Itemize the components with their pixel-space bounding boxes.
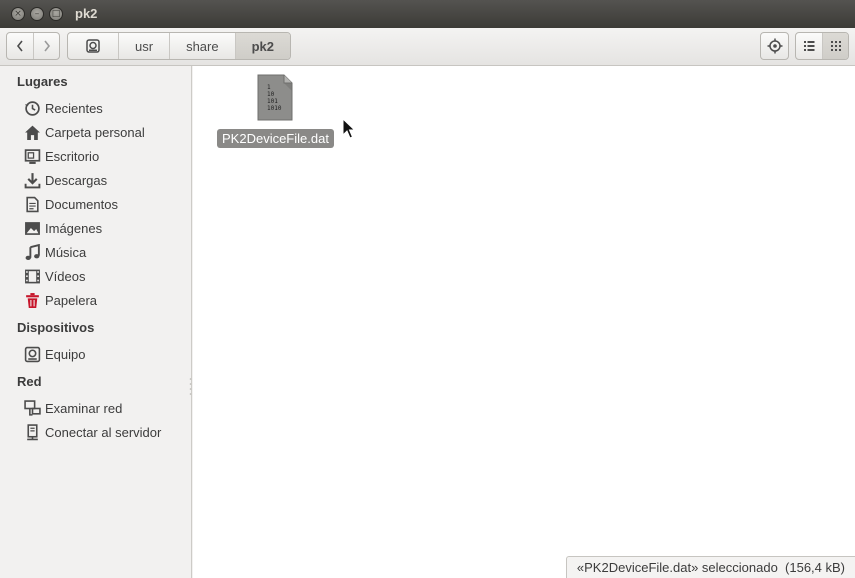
- forward-button[interactable]: [33, 33, 59, 59]
- trash-icon: [26, 292, 39, 308]
- sidebar-item-recientes[interactable]: Recientes: [24, 98, 103, 118]
- minimize-window-button[interactable]: –: [30, 7, 44, 21]
- window-title: pk2: [75, 6, 98, 21]
- sidebar-item-imagenes[interactable]: Imágenes: [24, 218, 102, 238]
- sidebar-item-label: Carpeta personal: [45, 124, 145, 140]
- computer-icon: [24, 346, 41, 362]
- drive-icon: [86, 39, 100, 53]
- binary-file-icon: 1 10 101 1010: [257, 74, 293, 121]
- sidebar-item-musica[interactable]: Música: [24, 242, 86, 262]
- section-title-red: Red: [17, 374, 42, 389]
- sidebar-item-label: Conectar al servidor: [45, 424, 162, 440]
- close-window-button[interactable]: ×: [11, 7, 25, 21]
- sidebar-item-descargas[interactable]: Descargas: [24, 170, 107, 190]
- grid-view-button[interactable]: [822, 33, 848, 59]
- sidebar: Lugares Recientes Carpeta personal Escri…: [0, 66, 192, 578]
- document-icon: [26, 196, 39, 212]
- section-title-dispositivos: Dispositivos: [17, 320, 95, 335]
- sidebar-item-documentos[interactable]: Documentos: [24, 194, 118, 214]
- sidebar-item-label: Equipo: [45, 346, 86, 362]
- sidebar-item-label: Música: [45, 244, 87, 260]
- server-icon: [27, 423, 38, 440]
- desktop-icon: [24, 148, 41, 164]
- sidebar-item-label: Escritorio: [45, 148, 100, 164]
- sidebar-item-label: Vídeos: [45, 268, 86, 284]
- sidebar-item-equipo[interactable]: Equipo: [24, 344, 85, 364]
- crosshair-icon: [767, 38, 782, 54]
- file-icon-text-line: 101: [267, 98, 278, 105]
- sidebar-resize-grip[interactable]: [189, 376, 192, 398]
- file-view[interactable]: 1 10 101 1010 PK2DeviceFile.dat «PK2Devi…: [193, 66, 855, 578]
- breadcrumb-share[interactable]: share: [169, 33, 235, 59]
- locate-button[interactable]: [761, 33, 788, 59]
- title-bar: × – □ pk2: [0, 0, 855, 28]
- breadcrumb-pk2[interactable]: pk2: [234, 33, 290, 59]
- image-icon: [25, 221, 40, 235]
- maximize-window-button[interactable]: □: [49, 7, 63, 21]
- sidebar-item-label: Descargas: [45, 172, 108, 188]
- file-name-label[interactable]: PK2DeviceFile.dat: [217, 129, 334, 148]
- breadcrumb: usr share pk2: [67, 32, 291, 60]
- file-icon-text-line: 1010: [267, 105, 282, 112]
- sidebar-item-videos[interactable]: Vídeos: [24, 266, 85, 286]
- list-view-icon: [804, 41, 815, 51]
- locate-group: [760, 32, 789, 60]
- back-button[interactable]: [7, 33, 33, 59]
- sidebar-item-carpeta-personal[interactable]: Carpeta personal: [24, 122, 145, 142]
- mouse-pointer-icon: [342, 118, 356, 139]
- toolbar: usr share pk2: [0, 28, 855, 66]
- breadcrumb-root[interactable]: [68, 33, 118, 59]
- clock-icon: [25, 100, 40, 116]
- section-title-lugares: Lugares: [17, 74, 68, 89]
- sidebar-item-examinar-red[interactable]: Examinar red: [24, 398, 122, 418]
- network-icon: [24, 399, 41, 416]
- chevron-left-icon: [17, 40, 23, 52]
- sidebar-item-label: Documentos: [45, 196, 118, 212]
- sidebar-item-conectar-servidor[interactable]: Conectar al servidor: [24, 422, 161, 442]
- home-icon: [25, 125, 40, 140]
- grid-view-icon: [830, 41, 841, 51]
- film-icon: [25, 269, 40, 283]
- sidebar-item-label: Imágenes: [45, 220, 103, 236]
- history-buttons: [6, 32, 60, 60]
- status-bar: «PK2DeviceFile.dat» seleccionado (156,4 …: [565, 556, 855, 578]
- sidebar-item-label: Recientes: [45, 100, 103, 116]
- sidebar-item-papelera[interactable]: Papelera: [24, 290, 97, 310]
- view-toggle-group: [795, 32, 849, 60]
- download-icon: [24, 172, 41, 188]
- music-icon: [25, 243, 40, 260]
- list-view-button[interactable]: [796, 33, 822, 59]
- sidebar-item-label: Papelera: [45, 292, 98, 308]
- sidebar-item-escritorio[interactable]: Escritorio: [24, 146, 99, 166]
- sidebar-item-label: Examinar red: [45, 400, 123, 416]
- file-icon-text-line: 10: [267, 91, 275, 98]
- chevron-right-icon: [44, 40, 50, 52]
- file-icon-text-line: 1: [267, 84, 271, 91]
- breadcrumb-usr[interactable]: usr: [118, 33, 169, 59]
